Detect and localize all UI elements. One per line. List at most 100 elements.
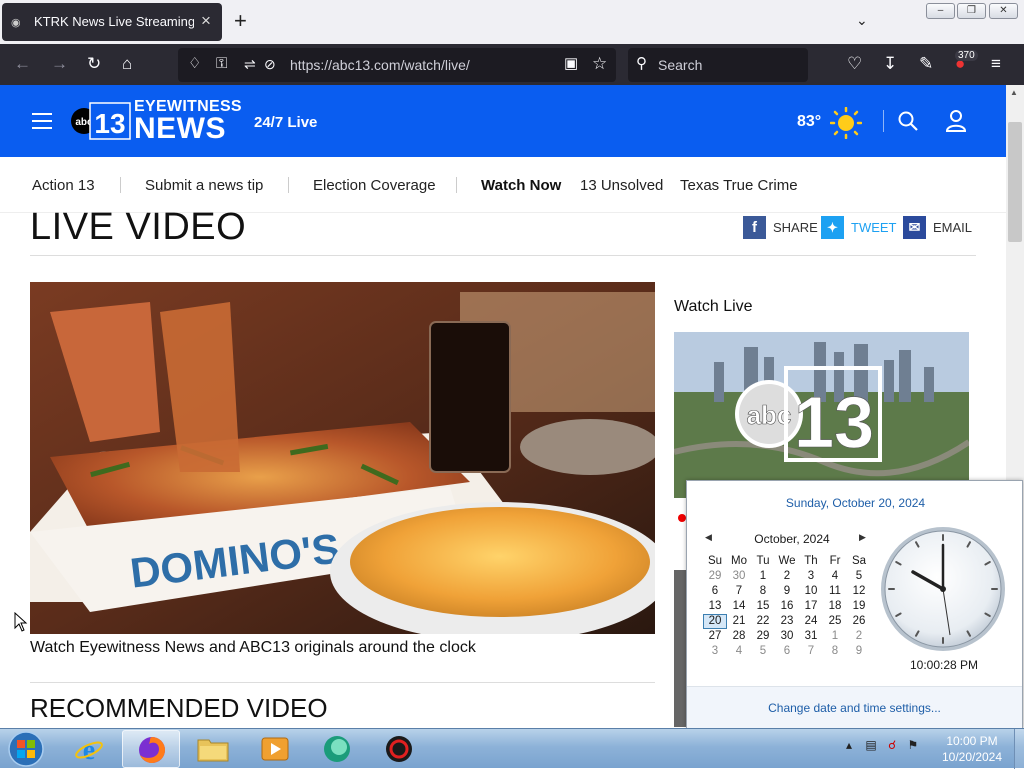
forward-icon[interactable]: → <box>51 54 68 74</box>
tracking-blocked-icon[interactable]: ⊘ <box>264 54 276 74</box>
calendar-day[interactable]: 5 <box>751 644 775 659</box>
calendar-day[interactable]: 10 <box>799 584 823 599</box>
calendar-day[interactable]: 17 <box>799 599 823 614</box>
volume-muted-icon[interactable]: ☌ <box>888 738 896 752</box>
calendar-day[interactable]: 30 <box>727 569 751 584</box>
calendar-day[interactable]: 19 <box>847 599 871 614</box>
close-window-button[interactable]: ✕ <box>989 3 1018 19</box>
url-text[interactable]: https://abc13.com/watch/live/ <box>290 57 470 73</box>
menu-icon[interactable]: ≡ <box>991 54 1001 74</box>
video-player[interactable]: DOMINO'S <box>30 282 655 634</box>
home-icon[interactable]: ⌂ <box>122 54 132 74</box>
reader-view-icon[interactable]: ▣ <box>564 54 578 74</box>
action-center-flag-icon[interactable]: ⚑ <box>907 738 918 752</box>
media-player-taskbar-button[interactable] <box>246 730 304 768</box>
calendar-day[interactable]: 26 <box>847 614 871 629</box>
calendar-day[interactable]: 4 <box>823 569 847 584</box>
calendar-day[interactable]: 21 <box>727 614 751 629</box>
calendar-day[interactable]: 8 <box>823 644 847 659</box>
eyewitness-news-wordmark[interactable]: EYEWITNESS NEWS <box>134 99 242 144</box>
calendar-day[interactable]: 24 <box>799 614 823 629</box>
calendar-day[interactable]: 25 <box>823 614 847 629</box>
address-bar[interactable]: ♢ ⚿ ⇌ ⊘ https://abc13.com/watch/live/ ▣ … <box>178 48 616 82</box>
calendar-day[interactable]: 15 <box>751 599 775 614</box>
search-box[interactable]: ⚲ Search <box>628 48 808 82</box>
firefox-taskbar-button[interactable] <box>122 730 180 768</box>
change-date-time-settings-link[interactable]: Change date and time settings... <box>687 701 1022 715</box>
calendar-day[interactable]: 11 <box>823 584 847 599</box>
list-all-tabs-icon[interactable]: ⌄ <box>856 12 868 29</box>
full-date-link[interactable]: Sunday, October 20, 2024 <box>687 496 1024 510</box>
calendar-day[interactable]: 9 <box>775 584 799 599</box>
calendar-day[interactable]: 27 <box>703 629 727 644</box>
user-account-icon[interactable] <box>946 110 966 132</box>
calendar-day[interactable]: 8 <box>751 584 775 599</box>
calendar-day[interactable]: 3 <box>703 644 727 659</box>
calendar-day[interactable]: 6 <box>703 584 727 599</box>
nav-13-unsolved[interactable]: 13 Unsolved <box>580 177 663 194</box>
new-tab-button[interactable]: + <box>234 8 247 34</box>
live-link[interactable]: 24/7 Live <box>254 114 317 131</box>
calendar-day[interactable]: 5 <box>847 569 871 584</box>
calendar-day[interactable]: 12 <box>847 584 871 599</box>
taskbar-clock[interactable]: 10:00 PM 10/20/2024 <box>930 733 1014 765</box>
calendar-day[interactable]: 2 <box>847 629 871 644</box>
show-hidden-icons-icon[interactable]: ▴ <box>846 738 852 752</box>
show-desktop-button[interactable] <box>1014 729 1024 769</box>
calendar-day[interactable]: 29 <box>751 629 775 644</box>
app-taskbar-button[interactable] <box>308 730 366 768</box>
hamburger-menu-icon[interactable] <box>32 113 52 129</box>
minimize-button[interactable]: – <box>926 3 955 19</box>
calendar-day[interactable]: 7 <box>799 644 823 659</box>
calendar-day[interactable]: 28 <box>727 629 751 644</box>
nav-watch-now[interactable]: Watch Now <box>481 177 561 194</box>
calendar-day[interactable]: 1 <box>823 629 847 644</box>
calendar-day[interactable]: 9 <box>847 644 871 659</box>
extensions-icon[interactable]: ✎ <box>919 54 933 74</box>
network-icon[interactable]: ▤ <box>865 738 876 752</box>
close-tab-icon[interactable]: × <box>201 11 211 31</box>
internet-explorer-taskbar-button[interactable]: e <box>60 730 118 768</box>
calendar-day[interactable]: 14 <box>727 599 751 614</box>
search-icon[interactable] <box>898 111 918 131</box>
lock-icon[interactable]: ⚿ <box>216 54 227 74</box>
calendar-day[interactable]: 16 <box>775 599 799 614</box>
next-month-icon[interactable]: ▶ <box>859 532 866 543</box>
watch-live-thumbnail[interactable]: abc 13 <box>674 332 969 498</box>
calendar-day-today[interactable]: 20 <box>703 614 727 629</box>
file-explorer-taskbar-button[interactable] <box>184 730 242 768</box>
calendar-day[interactable]: 22 <box>751 614 775 629</box>
calendar-day[interactable]: 18 <box>823 599 847 614</box>
calendar-day[interactable]: 4 <box>727 644 751 659</box>
downloads-icon[interactable]: ↧ <box>883 54 897 74</box>
calendar-day[interactable]: 2 <box>775 569 799 584</box>
sunny-weather-icon[interactable] <box>830 107 862 139</box>
calendar-day[interactable]: 30 <box>775 629 799 644</box>
back-icon[interactable]: ← <box>14 54 31 74</box>
start-button[interactable] <box>6 730 46 768</box>
abc13-logo[interactable]: abc 13 <box>70 100 132 142</box>
calendar-month-title[interactable]: October, 2024 <box>707 532 877 546</box>
calendar-day[interactable]: 13 <box>703 599 727 614</box>
nav-texas-true-crime[interactable]: Texas True Crime <box>680 177 798 194</box>
temperature[interactable]: 83° <box>797 113 821 131</box>
calendar-day[interactable]: 31 <box>799 629 823 644</box>
permissions-icon[interactable]: ⇌ <box>244 54 256 74</box>
browser-tab[interactable]: ◉ KTRK News Live Streaming Video × <box>2 3 222 41</box>
scrollbar-thumb[interactable] <box>1008 122 1022 242</box>
nav-submit-news-tip[interactable]: Submit a news tip <box>145 177 263 194</box>
calendar-day[interactable]: 29 <box>703 569 727 584</box>
calendar-day[interactable]: 7 <box>727 584 751 599</box>
maximize-button[interactable]: ❐ <box>957 3 986 19</box>
pocket-icon[interactable]: ♡ <box>847 54 862 74</box>
nav-action-13[interactable]: Action 13 <box>32 177 95 194</box>
reload-icon[interactable]: ↻ <box>87 54 101 74</box>
red-app-taskbar-button[interactable] <box>370 730 428 768</box>
bookmark-star-icon[interactable]: ☆ <box>592 54 607 74</box>
calendar-day[interactable]: 1 <box>751 569 775 584</box>
calendar-day[interactable]: 6 <box>775 644 799 659</box>
calendar-day[interactable]: 23 <box>775 614 799 629</box>
nav-election-coverage[interactable]: Election Coverage <box>313 177 436 194</box>
calendar-day[interactable]: 3 <box>799 569 823 584</box>
scroll-up-icon[interactable]: ▲ <box>1010 88 1018 97</box>
